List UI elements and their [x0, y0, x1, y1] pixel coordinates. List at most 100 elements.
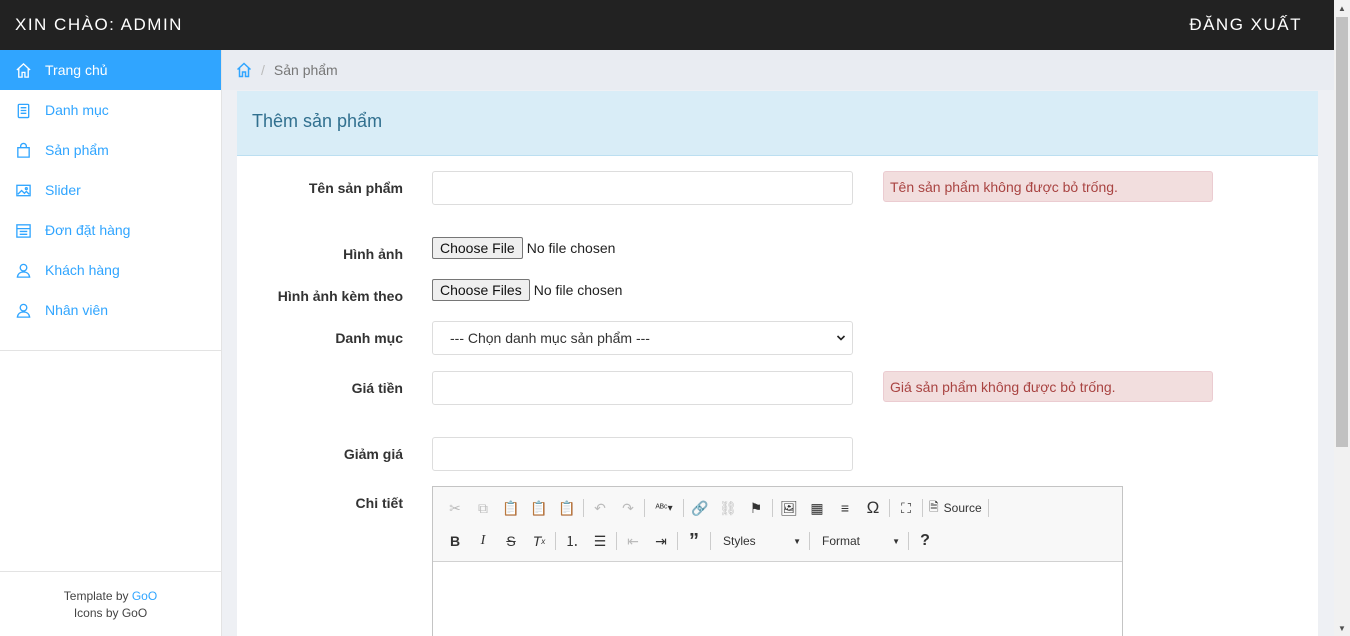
template-credit-link[interactable]: GoO [132, 589, 157, 603]
strikethrough-icon[interactable]: S [497, 529, 525, 553]
redo-icon[interactable]: ↷ [614, 496, 642, 520]
toolbar-row-2: B I S Tx ⒈ ☰ ⇤ ⇥ ” Styles ▼ Format ▼ ? [441, 527, 939, 555]
sidebar-item-slider[interactable]: Slider [0, 170, 221, 210]
discount-label: Giảm giá [343, 446, 403, 462]
format-dropdown[interactable]: Format ▼ [812, 529, 906, 553]
page-scrollbar[interactable]: ▲ ▼ [1334, 0, 1350, 636]
toolbar-separator [616, 532, 617, 550]
home-icon[interactable] [236, 62, 252, 78]
cut-icon[interactable]: ✂ [441, 496, 469, 520]
toolbar-separator [583, 499, 584, 517]
bold-icon[interactable]: B [441, 529, 469, 553]
outdent-icon[interactable]: ⇤ [619, 529, 647, 553]
sidebar-item-products[interactable]: Sản phẩm [0, 130, 221, 170]
toolbar-separator [922, 499, 923, 517]
numbered-list-icon[interactable]: ⒈ [558, 529, 586, 553]
category-select[interactable]: --- Chọn danh mục sản phẩm --- [432, 321, 853, 355]
scroll-thumb[interactable] [1336, 17, 1348, 447]
toolbar-separator [555, 532, 556, 550]
styles-dropdown[interactable]: Styles ▼ [713, 529, 807, 553]
discount-input[interactable] [432, 437, 853, 471]
toolbar-separator [889, 499, 890, 517]
sidebar-item-label: Danh mục [45, 102, 109, 118]
image-icon[interactable]: 🖼 [775, 496, 803, 520]
product-name-error: Tên sản phẩm không được bỏ trống. [883, 171, 1213, 202]
editor-toolbar: ✂ ⧉ 📋 📋 📋 ↶ ↷ ᴬᴮᶜ▾ 🔗 ⛓ ⚑ 🖼 ▦ ≡ Ω ⛶ 🗎 Sou… [433, 487, 1122, 562]
extra-images-label: Hình ảnh kèm theo [277, 288, 403, 304]
toolbar-separator [908, 532, 909, 550]
chevron-down-icon: ▼ [793, 536, 801, 546]
sidebar-divider [0, 350, 221, 351]
sidebar: Trang chủ Danh mục Sản phẩm Slider Đơn đ… [0, 50, 222, 636]
extra-images-file-status: No file chosen [533, 282, 623, 298]
undo-icon[interactable]: ↶ [586, 496, 614, 520]
blockquote-icon[interactable]: ” [680, 529, 708, 553]
rich-text-editor: ✂ ⧉ 📋 📋 📋 ↶ ↷ ᴬᴮᶜ▾ 🔗 ⛓ ⚑ 🖼 ▦ ≡ Ω ⛶ 🗎 Sou… [432, 486, 1123, 636]
category-label: Danh mục [335, 330, 403, 346]
user-icon [15, 262, 32, 279]
source-icon: 🗎 [929, 499, 939, 514]
calendar-icon [15, 222, 32, 239]
toolbar-separator [987, 499, 989, 517]
table-icon[interactable]: ▦ [803, 496, 831, 520]
sidebar-item-label: Trang chủ [45, 62, 108, 78]
image-file-status: No file chosen [526, 240, 616, 256]
paste-word-icon[interactable]: 📋 [553, 496, 581, 520]
link-icon[interactable]: 🔗 [686, 496, 714, 520]
horizontal-line-icon[interactable]: ≡ [831, 496, 859, 520]
user-icon [15, 302, 32, 319]
sidebar-item-label: Đơn đặt hàng [45, 222, 131, 238]
sidebar-item-home[interactable]: Trang chủ [0, 50, 221, 90]
toolbar-row-1: ✂ ⧉ 📋 📋 📋 ↶ ↷ ᴬᴮᶜ▾ 🔗 ⛓ ⚑ 🖼 ▦ ≡ Ω ⛶ 🗎 Sou… [441, 494, 991, 522]
paste-text-icon[interactable]: 📋 [525, 496, 553, 520]
extra-images-file-picker: Choose Files No file chosen [432, 279, 622, 301]
italic-icon[interactable]: I [469, 529, 497, 553]
product-name-input[interactable] [432, 171, 853, 205]
editor-content-area[interactable] [433, 562, 1122, 636]
category-selected: --- Chọn danh mục sản phẩm --- [450, 330, 650, 346]
help-icon[interactable]: ? [911, 529, 939, 553]
home-icon [15, 62, 32, 79]
special-char-icon[interactable]: Ω [859, 496, 887, 520]
sidebar-footer: Template by GoO Icons by GoO [0, 571, 221, 622]
greeting-text: XIN CHÀO: ADMIN [15, 15, 183, 34]
logout-link[interactable]: ĐĂNG XUẤT [1189, 15, 1302, 35]
sidebar-item-label: Slider [45, 182, 81, 198]
sidebar-item-categories[interactable]: Danh mục [0, 90, 221, 130]
breadcrumb-current: Sản phẩm [273, 62, 338, 78]
spellcheck-icon[interactable]: ᴬᴮᶜ▾ [647, 496, 681, 520]
choose-files-button[interactable]: Choose Files [432, 279, 530, 301]
toolbar-separator [772, 499, 773, 517]
toolbar-separator [644, 499, 645, 517]
toolbar-separator [809, 532, 810, 550]
sidebar-item-label: Sản phẩm [45, 142, 109, 158]
anchor-flag-icon[interactable]: ⚑ [742, 496, 770, 520]
bulleted-list-icon[interactable]: ☰ [586, 529, 614, 553]
remove-format-icon[interactable]: Tx [525, 529, 553, 553]
price-input[interactable] [432, 371, 853, 405]
icons-credit: Icons by GoO [73, 606, 148, 620]
scroll-down-arrow-icon[interactable]: ▼ [1334, 620, 1350, 636]
toolbar-separator [683, 499, 684, 517]
copy-icon[interactable]: ⧉ [469, 496, 497, 520]
detail-label: Chi tiết [355, 495, 403, 511]
toolbar-separator [677, 532, 678, 550]
image-label: Hình ảnh [343, 246, 403, 262]
paste-icon[interactable]: 📋 [497, 496, 525, 520]
maximize-icon[interactable]: ⛶ [892, 496, 920, 520]
sidebar-item-staff[interactable]: Nhân viên [0, 290, 221, 330]
toolbar-separator [710, 532, 711, 550]
sidebar-item-orders[interactable]: Đơn đặt hàng [0, 210, 221, 250]
indent-icon[interactable]: ⇥ [647, 529, 675, 553]
sidebar-item-customers[interactable]: Khách hàng [0, 250, 221, 290]
unlink-icon[interactable]: ⛓ [714, 496, 742, 520]
scroll-up-arrow-icon[interactable]: ▲ [1334, 0, 1350, 16]
choose-file-button[interactable]: Choose File [432, 237, 523, 259]
add-product-panel: Thêm sản phẩm Tên sản phẩm Tên sản phẩm … [237, 91, 1318, 636]
product-name-label: Tên sản phẩm [308, 180, 403, 196]
chevron-down-icon [836, 335, 846, 341]
shopping-bag-icon [15, 142, 32, 159]
source-button[interactable]: 🗎 Source [925, 496, 986, 520]
chevron-down-icon: ▼ [892, 536, 900, 546]
template-credit: Template by GoO [63, 589, 158, 603]
